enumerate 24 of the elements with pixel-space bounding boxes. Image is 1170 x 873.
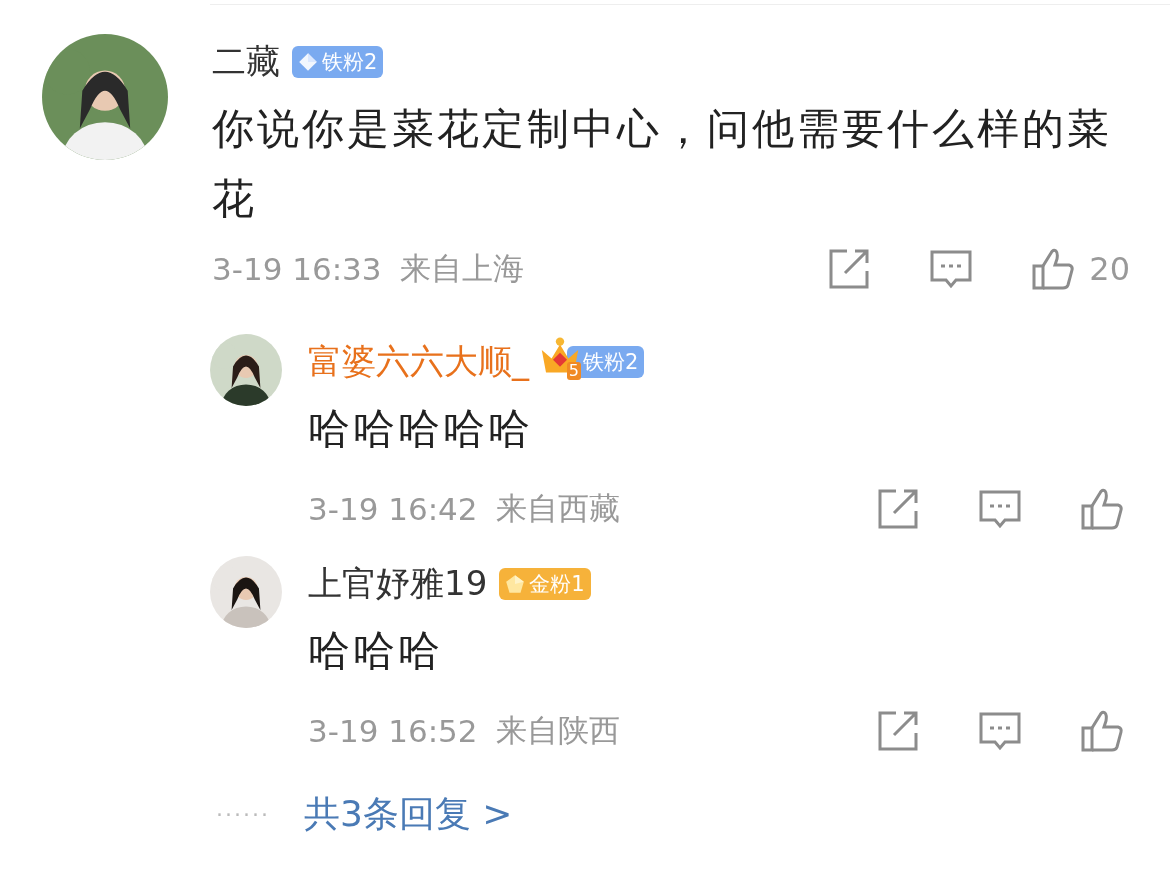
diamond-icon xyxy=(297,51,319,73)
location: 来自陕西 xyxy=(495,711,620,750)
reply-text: 哈哈哈哈哈 xyxy=(308,403,534,455)
reply-text: 哈哈哈 xyxy=(308,625,444,677)
fan-badge: 金粉1 xyxy=(499,568,591,600)
like-count: 20 xyxy=(1089,250,1130,288)
thumbs-up-icon[interactable] xyxy=(1080,487,1124,531)
location: 来自西藏 xyxy=(495,489,620,528)
location: 来自上海 xyxy=(399,249,524,288)
timestamp: 3-19 16:42 xyxy=(308,491,478,527)
share-icon[interactable] xyxy=(876,487,920,531)
username[interactable]: 二藏 xyxy=(212,39,280,85)
share-icon[interactable] xyxy=(827,247,872,291)
timestamp: 3-19 16:33 xyxy=(212,251,382,287)
timestamp: 3-19 16:52 xyxy=(308,713,478,749)
comment-text: 你说你是菜花定制中心，问他需要什么样的菜花 xyxy=(212,103,1113,225)
username[interactable]: 上官妤雅19 xyxy=(308,561,488,607)
thumbs-up-icon[interactable] xyxy=(1080,709,1124,753)
share-icon[interactable] xyxy=(876,709,920,753)
more-replies-link[interactable]: 共3条回复 > xyxy=(303,790,513,839)
gem-icon xyxy=(504,573,527,595)
fan-badge: 铁粉2 xyxy=(292,46,384,78)
dots-divider: ······ xyxy=(216,802,270,827)
thumbs-up-icon[interactable] xyxy=(1031,247,1076,291)
